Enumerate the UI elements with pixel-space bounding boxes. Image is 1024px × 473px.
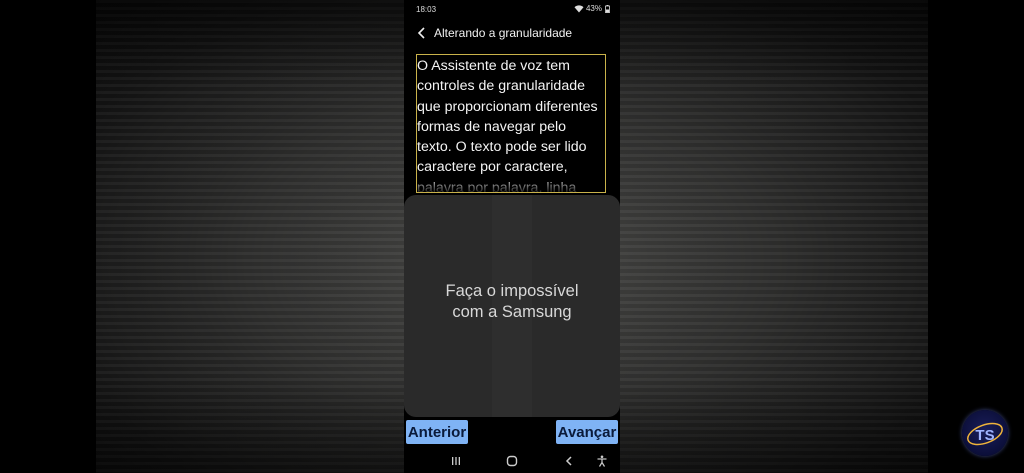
next-button[interactable]: Avançar xyxy=(556,420,618,444)
status-time: 18:03 xyxy=(416,5,437,14)
status-icons: 43% xyxy=(574,4,610,13)
channel-logo: TS xyxy=(962,410,1008,456)
focused-text-block[interactable]: O Assistente de voz tem controles de gra… xyxy=(416,54,606,193)
battery-percent: 43% xyxy=(585,4,602,13)
page-title: Alterando a granularidade xyxy=(434,26,573,40)
overlay-card: Faça o impossível com a Samsung xyxy=(404,195,620,417)
previous-button[interactable]: Anterior xyxy=(406,420,468,444)
body-text: O Assistente de voz tem controles de gra… xyxy=(417,58,598,192)
status-bar: 18:03 43% xyxy=(404,0,620,18)
system-navigation-bar xyxy=(404,448,620,473)
recent-apps-icon[interactable] xyxy=(448,453,464,469)
back-icon[interactable] xyxy=(561,453,577,469)
phone-screen: 18:03 43% Alterando a granularidade O As… xyxy=(404,0,620,473)
app-bar: Alterando a granularidade xyxy=(404,20,620,46)
wifi-icon xyxy=(574,5,584,13)
video-frame: 18:03 43% Alterando a granularidade O As… xyxy=(0,0,1024,473)
home-icon[interactable] xyxy=(504,453,520,469)
tutorial-navigation: Anterior Avançar xyxy=(404,418,620,448)
text-fade xyxy=(417,176,605,192)
overlay-text: Faça o impossível com a Samsung xyxy=(445,282,579,321)
battery-icon xyxy=(605,4,610,13)
accessibility-icon[interactable] xyxy=(594,453,610,469)
chevron-left-icon[interactable] xyxy=(414,25,430,41)
logo-text: TS xyxy=(975,427,994,444)
